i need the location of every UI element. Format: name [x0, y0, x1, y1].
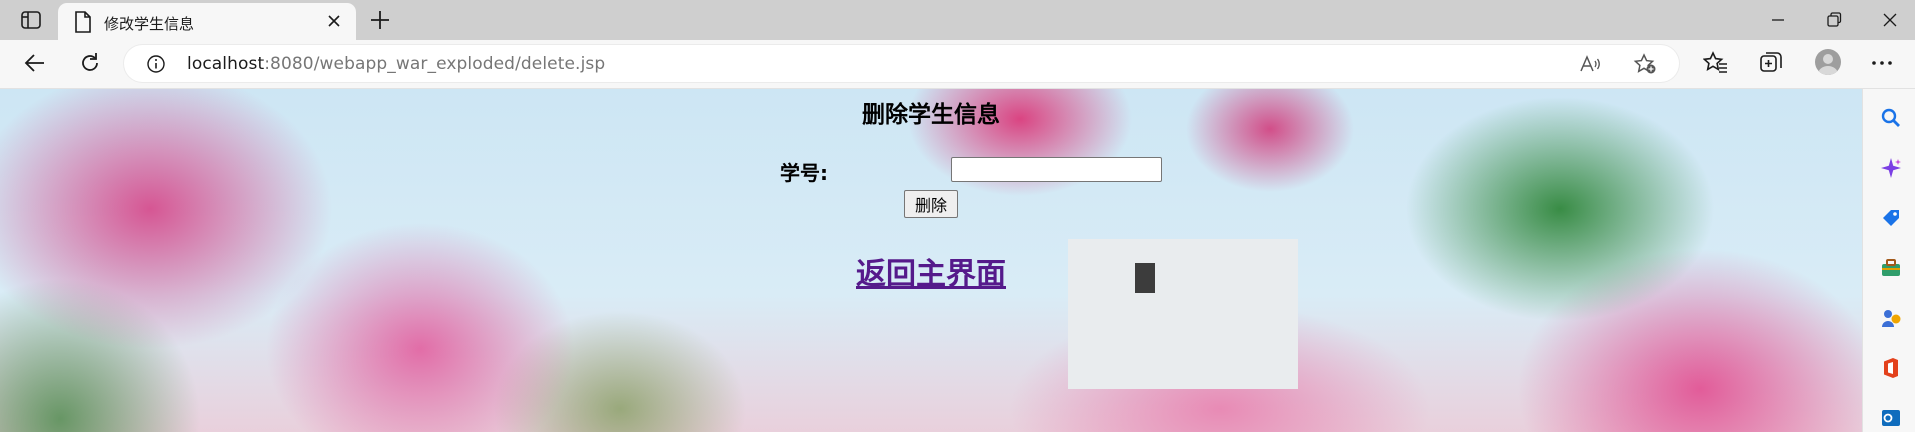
minimize-icon[interactable]	[1768, 10, 1788, 30]
tab-actions-icon	[21, 11, 41, 29]
close-window-icon[interactable]	[1880, 10, 1900, 30]
profile-avatar[interactable]	[1815, 49, 1841, 75]
url-host: localhost	[187, 54, 265, 74]
shopping-tag-icon[interactable]	[1880, 207, 1902, 229]
address-bar[interactable]: localhost:8080/webapp_war_exploded/delet…	[124, 45, 1679, 82]
tab-strip: 修改学生信息	[0, 0, 1915, 40]
tab-actions-button[interactable]	[16, 8, 46, 32]
tab-title: 修改学生信息	[104, 15, 195, 33]
search-icon[interactable]	[1880, 107, 1902, 129]
refresh-icon[interactable]	[77, 50, 103, 76]
office-icon[interactable]	[1880, 357, 1902, 379]
favorites-icon[interactable]	[1703, 50, 1729, 76]
back-to-main-link[interactable]: 返回主界面	[856, 257, 1006, 292]
outlook-icon[interactable]	[1880, 407, 1902, 429]
student-id-input[interactable]	[951, 157, 1162, 182]
page-viewport: 删除学生信息 学号: 删除 返回主界面	[0, 89, 1862, 432]
restore-icon[interactable]	[1824, 10, 1844, 30]
page-heading: 删除学生信息	[862, 102, 1000, 128]
copilot-icon[interactable]	[1880, 157, 1902, 179]
delete-button[interactable]: 删除	[904, 190, 958, 218]
close-tab-icon[interactable]	[326, 13, 342, 29]
browser-toolbar: localhost:8080/webapp_war_exploded/delet…	[0, 40, 1915, 89]
games-icon[interactable]	[1880, 307, 1902, 329]
url-text[interactable]: localhost:8080/webapp_war_exploded/delet…	[187, 54, 605, 74]
student-id-label: 学号:	[780, 161, 828, 185]
back-icon[interactable]	[22, 50, 48, 76]
more-menu-icon[interactable]	[1870, 50, 1894, 76]
active-tab[interactable]: 修改学生信息	[58, 3, 356, 40]
add-favorite-icon[interactable]	[1633, 53, 1657, 75]
collections-icon[interactable]	[1758, 50, 1784, 76]
edge-sidebar	[1862, 89, 1915, 432]
site-info-icon[interactable]	[146, 54, 166, 74]
new-tab-icon[interactable]	[368, 8, 392, 32]
url-path: :8080/webapp_war_exploded/delete.jsp	[264, 54, 606, 74]
page-icon	[75, 11, 91, 33]
tools-icon[interactable]	[1880, 257, 1902, 279]
back-link-container: 返回主界面	[0, 249, 1862, 293]
read-aloud-icon[interactable]	[1579, 54, 1601, 74]
